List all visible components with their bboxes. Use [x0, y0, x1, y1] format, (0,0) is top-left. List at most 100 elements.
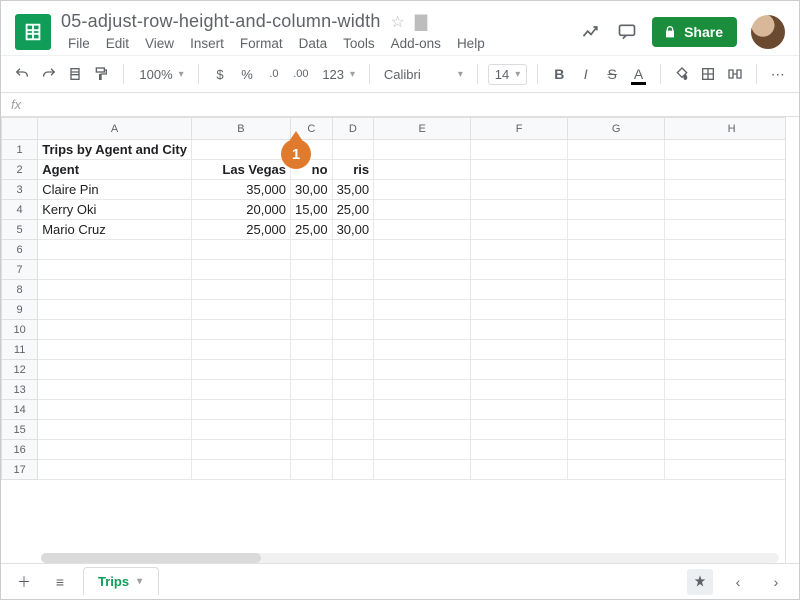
cell-H13[interactable] — [665, 380, 799, 400]
cell-C4[interactable]: 15,00 — [291, 200, 333, 220]
cell-A8[interactable] — [38, 280, 192, 300]
cell-E15[interactable] — [374, 420, 471, 440]
cell-F16[interactable] — [471, 440, 568, 460]
cell-H2[interactable] — [665, 160, 799, 180]
cell-E13[interactable] — [374, 380, 471, 400]
cell-E7[interactable] — [374, 260, 471, 280]
cell-D6[interactable] — [332, 240, 374, 260]
cell-B4[interactable]: 20,000 — [191, 200, 290, 220]
cell-H9[interactable] — [665, 300, 799, 320]
cell-D2[interactable]: ris — [332, 160, 374, 180]
cell-G9[interactable] — [568, 300, 665, 320]
cell-H1[interactable] — [665, 140, 799, 160]
cell-E12[interactable] — [374, 360, 471, 380]
cell-E17[interactable] — [374, 460, 471, 480]
cell-A17[interactable] — [38, 460, 192, 480]
cell-G16[interactable] — [568, 440, 665, 460]
cell-A9[interactable] — [38, 300, 192, 320]
cell-F4[interactable] — [471, 200, 568, 220]
increase-decimal-button[interactable]: .00 — [289, 61, 312, 87]
cell-H11[interactable] — [665, 340, 799, 360]
comments-icon[interactable] — [616, 21, 638, 43]
cell-G17[interactable] — [568, 460, 665, 480]
menu-addons[interactable]: Add-ons — [384, 34, 448, 53]
paint-format-button[interactable] — [90, 61, 112, 87]
cell-H3[interactable] — [665, 180, 799, 200]
cell-B8[interactable] — [191, 280, 290, 300]
document-title[interactable]: 05-adjust-row-height-and-column-width — [61, 11, 381, 32]
spreadsheet-grid[interactable]: ABCDEFGH1Trips by Agent and City2AgentLa… — [1, 117, 799, 480]
cell-E14[interactable] — [374, 400, 471, 420]
cell-E6[interactable] — [374, 240, 471, 260]
row-header-4[interactable]: 4 — [2, 200, 38, 220]
all-sheets-button[interactable]: ≡ — [47, 569, 73, 595]
cell-F12[interactable] — [471, 360, 568, 380]
cell-D15[interactable] — [332, 420, 374, 440]
row-header-2[interactable]: 2 — [2, 160, 38, 180]
cell-C9[interactable] — [291, 300, 333, 320]
share-button[interactable]: Share — [652, 17, 737, 47]
cell-H6[interactable] — [665, 240, 799, 260]
row-header-12[interactable]: 12 — [2, 360, 38, 380]
star-icon[interactable]: ☆ — [391, 12, 405, 32]
merge-cells-button[interactable] — [723, 61, 745, 87]
cell-A6[interactable] — [38, 240, 192, 260]
row-header-11[interactable]: 11 — [2, 340, 38, 360]
font-size-dropdown[interactable]: 14▾ — [488, 64, 528, 85]
cell-F6[interactable] — [471, 240, 568, 260]
cell-A1[interactable]: Trips by Agent and City — [38, 140, 192, 160]
row-header-1[interactable]: 1 — [2, 140, 38, 160]
menu-tools[interactable]: Tools — [336, 34, 382, 53]
column-header-H[interactable]: H — [665, 118, 799, 140]
cell-C10[interactable] — [291, 320, 333, 340]
cell-D5[interactable]: 30,00 — [332, 220, 374, 240]
cell-G1[interactable] — [568, 140, 665, 160]
menu-insert[interactable]: Insert — [183, 34, 231, 53]
cell-D4[interactable]: 25,00 — [332, 200, 374, 220]
cell-D9[interactable] — [332, 300, 374, 320]
cell-H4[interactable] — [665, 200, 799, 220]
cell-F15[interactable] — [471, 420, 568, 440]
cell-C15[interactable] — [291, 420, 333, 440]
cell-D11[interactable] — [332, 340, 374, 360]
formula-bar[interactable]: fx — [1, 93, 799, 117]
cell-G3[interactable] — [568, 180, 665, 200]
cell-B14[interactable] — [191, 400, 290, 420]
cell-A10[interactable] — [38, 320, 192, 340]
cell-H16[interactable] — [665, 440, 799, 460]
row-header-14[interactable]: 14 — [2, 400, 38, 420]
cell-E2[interactable] — [374, 160, 471, 180]
column-header-F[interactable]: F — [471, 118, 568, 140]
cell-A14[interactable] — [38, 400, 192, 420]
cell-E5[interactable] — [374, 220, 471, 240]
explore-button[interactable] — [687, 569, 713, 595]
cell-D12[interactable] — [332, 360, 374, 380]
cell-G4[interactable] — [568, 200, 665, 220]
cell-A13[interactable] — [38, 380, 192, 400]
cell-G6[interactable] — [568, 240, 665, 260]
cell-D3[interactable]: 35,00 — [332, 180, 374, 200]
menu-view[interactable]: View — [138, 34, 181, 53]
scroll-thumb[interactable] — [41, 553, 261, 563]
column-header-G[interactable]: G — [568, 118, 665, 140]
borders-button[interactable] — [697, 61, 719, 87]
more-toolbar-button[interactable]: ⋯ — [767, 61, 789, 87]
row-header-5[interactable]: 5 — [2, 220, 38, 240]
column-header-B[interactable]: B — [191, 118, 290, 140]
cell-D14[interactable] — [332, 400, 374, 420]
cell-H17[interactable] — [665, 460, 799, 480]
cell-B11[interactable] — [191, 340, 290, 360]
cell-G10[interactable] — [568, 320, 665, 340]
row-header-10[interactable]: 10 — [2, 320, 38, 340]
cell-E8[interactable] — [374, 280, 471, 300]
bold-button[interactable]: B — [548, 61, 570, 87]
cell-B1[interactable] — [191, 140, 290, 160]
horizontal-scrollbar[interactable] — [41, 553, 779, 563]
row-header-16[interactable]: 16 — [2, 440, 38, 460]
cell-C8[interactable] — [291, 280, 333, 300]
vertical-scrollbar[interactable] — [785, 117, 799, 563]
cell-F9[interactable] — [471, 300, 568, 320]
account-avatar[interactable] — [751, 15, 785, 49]
cell-B13[interactable] — [191, 380, 290, 400]
cell-F14[interactable] — [471, 400, 568, 420]
